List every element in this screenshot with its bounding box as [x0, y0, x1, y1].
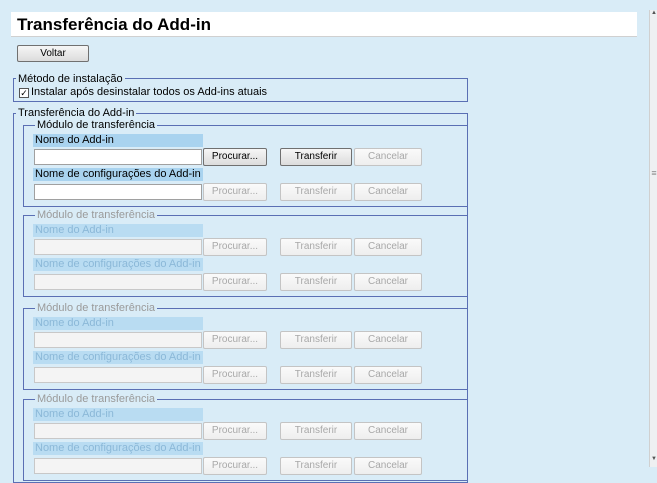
scroll-down-icon[interactable]: ▼ [650, 456, 657, 462]
cancel-button[interactable]: Cancelar [354, 422, 422, 440]
transfer-module-legend: Módulo de transferência [35, 302, 158, 314]
scroll-grip-icon[interactable]: ≡ [650, 168, 657, 178]
browse-addin-button[interactable]: Procurar... [203, 331, 267, 349]
scroll-up-icon[interactable]: ▲ [650, 10, 657, 16]
transfer-button[interactable]: Transferir [280, 422, 352, 440]
page-title: Transferência do Add-in [17, 15, 211, 34]
addin-name-label: Nome do Add-in [33, 408, 203, 421]
cancel-button[interactable]: Cancelar [354, 148, 422, 166]
transfer-module-legend: Módulo de transferência [35, 209, 158, 221]
page-header: Transferência do Add-in [11, 12, 637, 37]
browse-addin-button[interactable]: Procurar... [203, 422, 267, 440]
addin-name-input[interactable] [34, 423, 202, 439]
transfer-button[interactable]: Transferir [280, 331, 352, 349]
uninstall-all-label: Instalar após desinstalar todos os Add-i… [31, 86, 268, 98]
cancel-button[interactable]: Cancelar [354, 331, 422, 349]
settings-cancel-button[interactable]: Cancelar [354, 457, 422, 475]
transfer-button[interactable]: Transferir [280, 238, 352, 256]
settings-transfer-button[interactable]: Transferir [280, 457, 352, 475]
install-method-legend: Método de instalação [16, 73, 125, 85]
checkmark-icon: ✓ [20, 88, 28, 98]
transfer-module-legend: Módulo de transferência [35, 119, 158, 131]
browse-settings-button[interactable]: Procurar... [203, 457, 267, 475]
settings-name-label: Nome de configurações do Add-in [33, 442, 203, 455]
settings-transfer-button[interactable]: Transferir [280, 366, 352, 384]
back-button[interactable]: Voltar [17, 45, 89, 62]
addin-name-label: Nome do Add-in [33, 224, 203, 237]
addin-name-input[interactable] [34, 149, 202, 165]
settings-transfer-button[interactable]: Transferir [280, 273, 352, 291]
transfer-group-legend: Transferência do Add-in [16, 107, 137, 119]
settings-cancel-button[interactable]: Cancelar [354, 183, 422, 201]
browse-addin-button[interactable]: Procurar... [203, 148, 267, 166]
browse-settings-button[interactable]: Procurar... [203, 273, 267, 291]
uninstall-all-checkbox[interactable]: ✓ [19, 88, 29, 98]
cancel-button[interactable]: Cancelar [354, 238, 422, 256]
settings-name-input[interactable] [34, 458, 202, 474]
transfer-module-legend: Módulo de transferência [35, 393, 158, 405]
settings-name-input[interactable] [34, 274, 202, 290]
settings-name-label: Nome de configurações do Add-in [33, 351, 203, 364]
settings-name-label: Nome de configurações do Add-in [33, 168, 203, 181]
settings-cancel-button[interactable]: Cancelar [354, 366, 422, 384]
addin-name-input[interactable] [34, 239, 202, 255]
settings-cancel-button[interactable]: Cancelar [354, 273, 422, 291]
browse-settings-button[interactable]: Procurar... [203, 183, 267, 201]
addin-name-label: Nome do Add-in [33, 317, 203, 330]
addin-name-input[interactable] [34, 332, 202, 348]
settings-name-label: Nome de configurações do Add-in [33, 258, 203, 271]
browse-addin-button[interactable]: Procurar... [203, 238, 267, 256]
settings-name-input[interactable] [34, 367, 202, 383]
settings-name-input[interactable] [34, 184, 202, 200]
vertical-scrollbar[interactable]: ▲ ≡ ▼ [649, 10, 657, 467]
browse-settings-button[interactable]: Procurar... [203, 366, 267, 384]
addin-name-label: Nome do Add-in [33, 134, 203, 147]
settings-transfer-button[interactable]: Transferir [280, 183, 352, 201]
transfer-button[interactable]: Transferir [280, 148, 352, 166]
